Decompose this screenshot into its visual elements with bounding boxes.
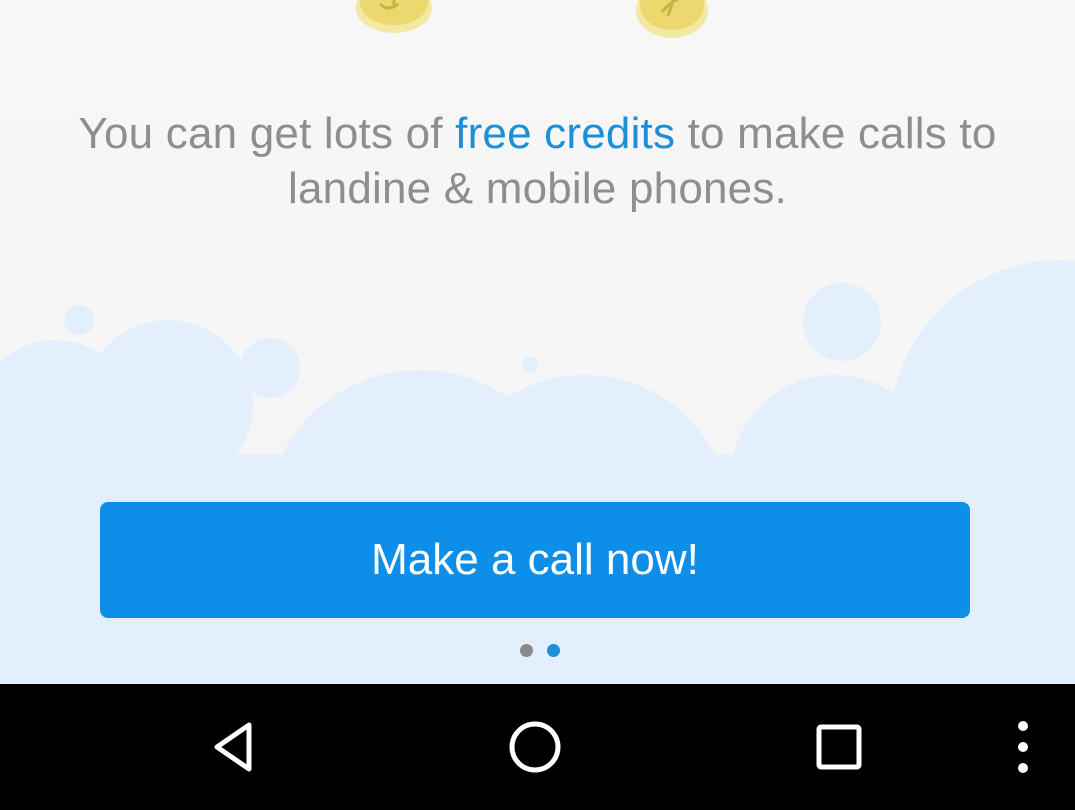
coin-icon [356, 0, 432, 33]
system-navigation-bar [0, 684, 1075, 810]
page-dot-2-active[interactable] [547, 644, 560, 657]
headline-text-start: You can get lots of [78, 109, 456, 158]
back-triangle-icon [214, 722, 252, 772]
app-screen: You can get lots of free credits to make… [0, 0, 1075, 810]
onboarding-headline: You can get lots of free credits to make… [40, 106, 1035, 216]
home-circle-icon [509, 721, 561, 773]
page-indicator [520, 644, 560, 658]
page-dot-1[interactable] [520, 644, 533, 657]
back-button[interactable] [198, 712, 268, 782]
make-call-button[interactable]: Make a call now! [100, 502, 970, 618]
coin-icon [636, 0, 708, 38]
home-button[interactable] [500, 712, 570, 782]
overflow-menu-button[interactable] [988, 712, 1058, 782]
overflow-menu-icon [1018, 721, 1028, 773]
recent-apps-button[interactable] [804, 712, 874, 782]
headline-highlight: free credits [455, 109, 676, 158]
onboarding-page: You can get lots of free credits to make… [0, 0, 1075, 684]
recent-apps-square-icon [816, 724, 862, 770]
